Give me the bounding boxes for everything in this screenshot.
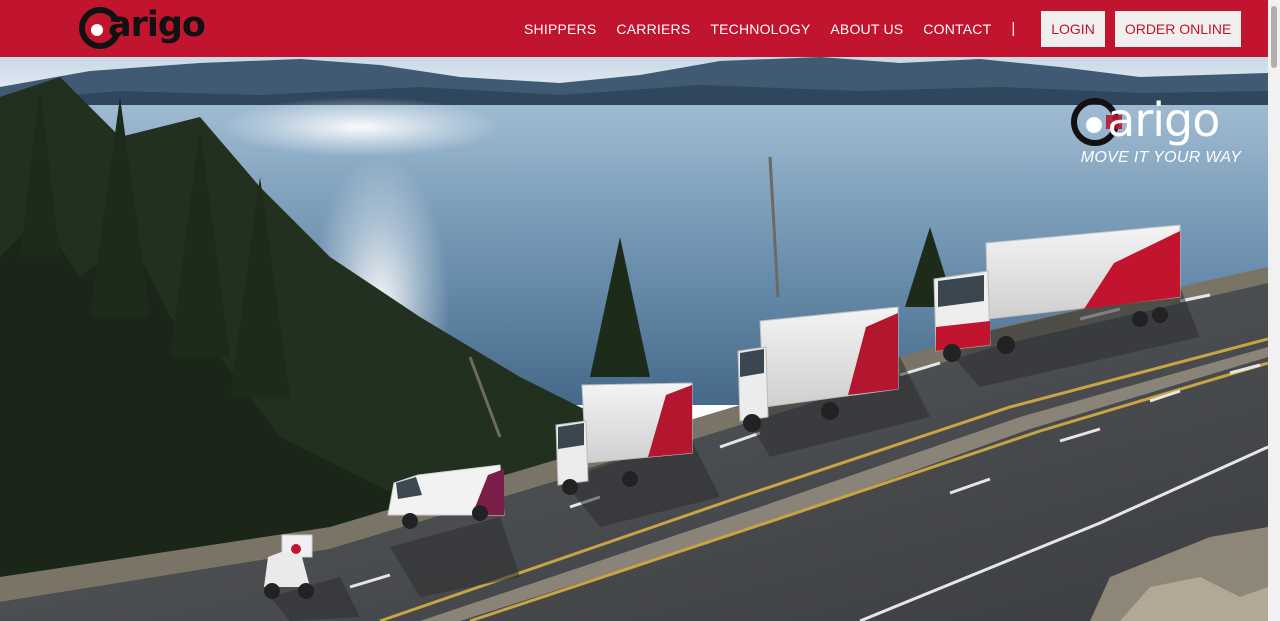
page: arigo SHIPPERS CARRIERS TECHNOLOGY ABOUT…: [0, 0, 1280, 621]
nav-shippers[interactable]: SHIPPERS: [514, 21, 606, 37]
hero-logo-wordmark: Carigo: [1107, 93, 1220, 147]
nav-separator: |: [1011, 20, 1016, 37]
order-online-button[interactable]: ORDER ONLINE: [1114, 10, 1242, 47]
top-navbar: arigo SHIPPERS CARRIERS TECHNOLOGY ABOUT…: [0, 0, 1268, 57]
nav-technology[interactable]: TECHNOLOGY: [700, 21, 820, 37]
hero-logo: Carigo MOVE IT YOUR WAY: [1068, 93, 1248, 173]
nav-about-us[interactable]: ABOUT US: [820, 21, 913, 37]
nav-carriers[interactable]: CARRIERS: [606, 21, 700, 37]
scrollbar-thumb[interactable]: [1271, 6, 1277, 68]
nav-contact[interactable]: CONTACT: [913, 21, 1001, 37]
login-button[interactable]: LOGIN: [1041, 10, 1105, 47]
carigo-logo[interactable]: arigo: [78, 4, 228, 52]
main-nav: SHIPPERS CARRIERS TECHNOLOGY ABOUT US CO…: [514, 0, 1242, 57]
hero-tagline: MOVE IT YOUR WAY: [1080, 149, 1242, 166]
hero-banner: Carigo MOVE IT YOUR WAY: [0, 57, 1268, 621]
logo-wordmark: arigo: [108, 5, 206, 45]
vertical-scrollbar[interactable]: [1268, 0, 1280, 621]
